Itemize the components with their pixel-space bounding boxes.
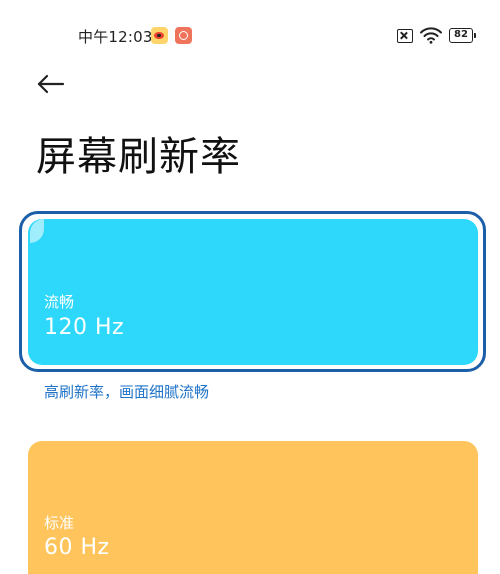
status-bar: 中午12:03 82 bbox=[0, 22, 500, 50]
option-label: 流畅 bbox=[44, 293, 75, 311]
option-value: 120 Hz bbox=[44, 315, 125, 340]
arrow-left-icon bbox=[37, 74, 65, 94]
sim-disabled-icon bbox=[397, 29, 413, 43]
status-time: 中午12:03 bbox=[78, 28, 153, 46]
refresh-rate-screen: 中午12:03 82 屏幕刷新率 流畅 120 Hz 高刷新率，画面细腻流畅 标… bbox=[0, 0, 500, 574]
card-highlight bbox=[30, 219, 44, 243]
option-value: 60 Hz bbox=[44, 535, 110, 560]
page-title: 屏幕刷新率 bbox=[36, 134, 241, 180]
app-icon bbox=[175, 27, 192, 44]
battery-icon: 82 bbox=[449, 28, 476, 43]
option-description: 高刷新率，画面细腻流畅 bbox=[44, 383, 210, 401]
back-button[interactable] bbox=[34, 70, 68, 98]
weibo-icon bbox=[151, 27, 168, 44]
wifi-icon bbox=[420, 27, 442, 44]
option-card-60hz[interactable]: 标准 60 Hz bbox=[28, 441, 478, 574]
option-card-120hz[interactable]: 流畅 120 Hz bbox=[28, 219, 478, 365]
option-label: 标准 bbox=[44, 514, 75, 532]
battery-level: 82 bbox=[454, 29, 468, 40]
